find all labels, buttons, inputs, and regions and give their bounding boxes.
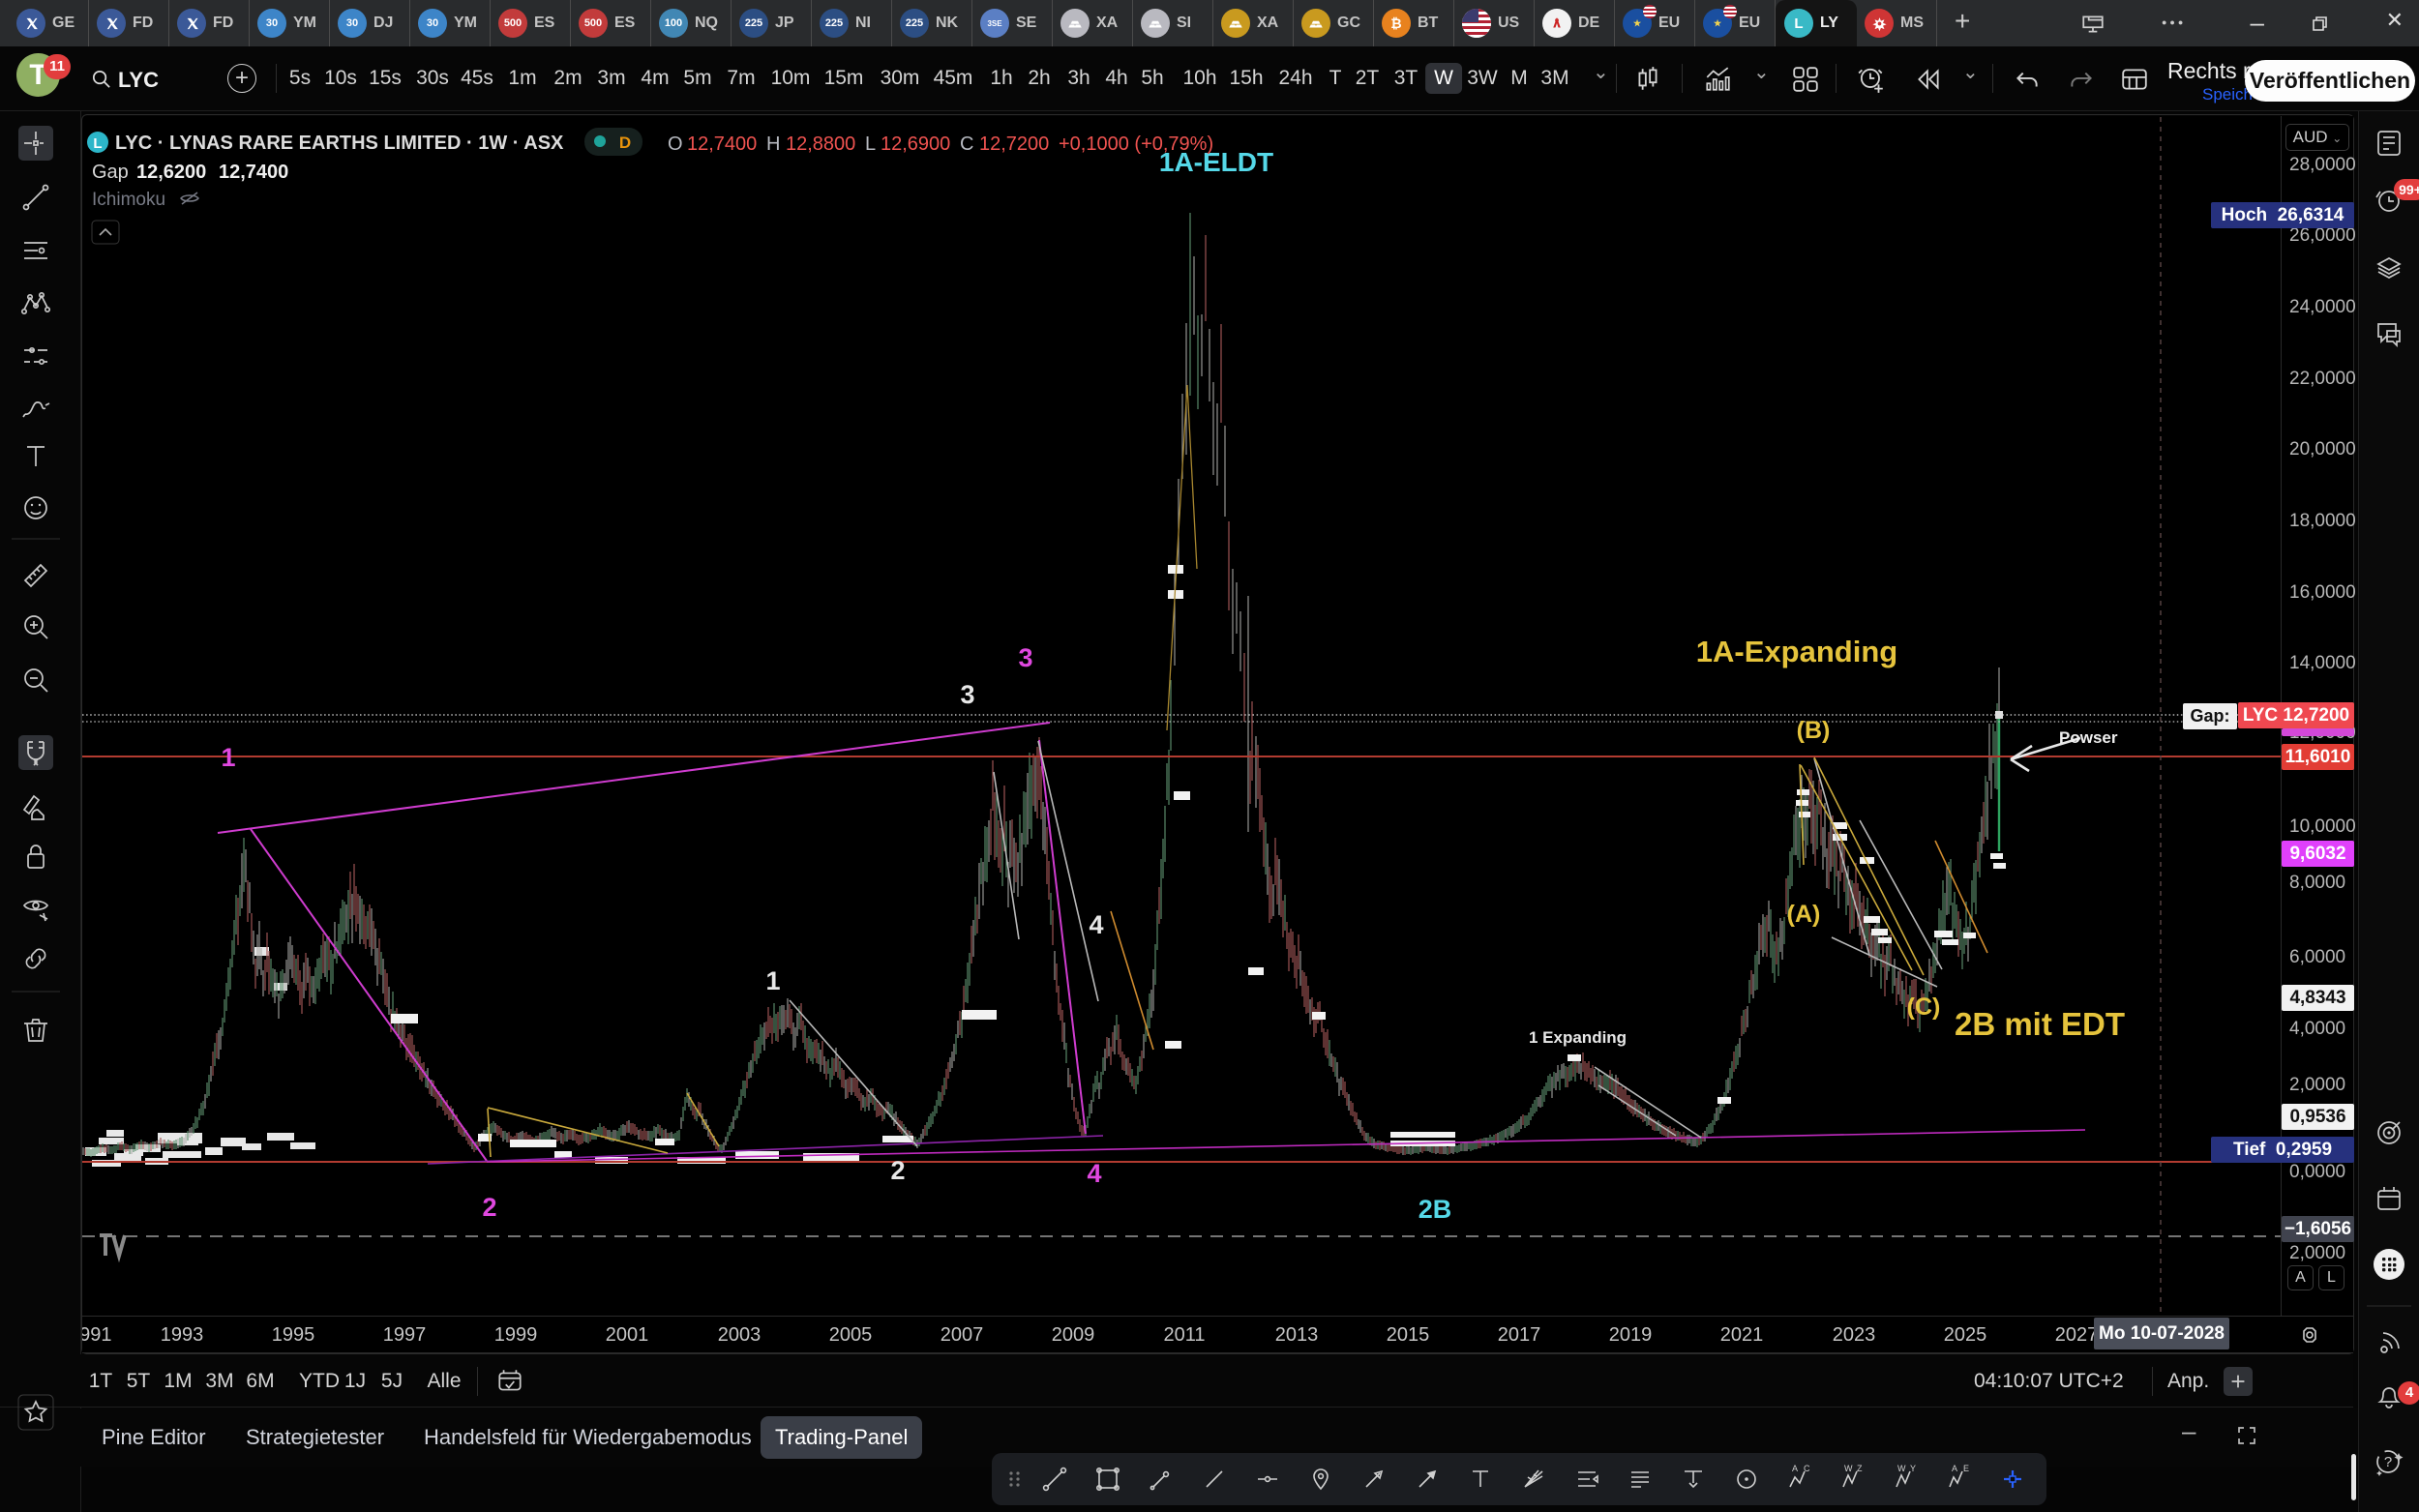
svg-text:12,7200: 12,7200 <box>979 133 1049 155</box>
svg-text:12,6900: 12,6900 <box>881 133 950 155</box>
svg-text:A: A <box>1952 1464 1957 1473</box>
svg-text:Ichimoku: Ichimoku <box>92 190 165 210</box>
svg-text:1: 1 <box>765 966 780 995</box>
svg-text:Gap: Gap <box>92 162 129 183</box>
svg-text:12,8800: 12,8800 <box>786 133 855 155</box>
svg-text:L: L <box>93 135 102 152</box>
svg-text:Gap:: Gap: <box>2190 706 2229 726</box>
svg-text:2: 2 <box>890 1156 905 1185</box>
svg-text:Y: Y <box>1910 1464 1916 1473</box>
svg-text:2B mit EDT: 2B mit EDT <box>1955 1006 2125 1042</box>
svg-text:3: 3 <box>1018 643 1032 672</box>
svg-text:4: 4 <box>1089 910 1103 939</box>
svg-text:1A-Expanding: 1A-Expanding <box>1696 635 1897 668</box>
svg-text:A: A <box>1792 1464 1798 1473</box>
svg-text:(B): (B) <box>1797 717 1831 744</box>
svg-text:1: 1 <box>221 743 235 772</box>
svg-text:O: O <box>668 133 683 155</box>
svg-text:C: C <box>960 133 973 155</box>
svg-text:1 Expanding: 1 Expanding <box>1529 1028 1627 1047</box>
svg-text:E: E <box>1963 1464 1969 1473</box>
svg-text:(A): (A) <box>1787 901 1821 928</box>
svg-text:LYC · LYNAS RARE EARTHS LIMITE: LYC · LYNAS RARE EARTHS LIMITED · 1W · A… <box>115 133 564 154</box>
svg-text:12,7400: 12,7400 <box>687 133 757 155</box>
svg-text:12,6200: 12,6200 <box>136 162 206 183</box>
svg-text:?: ? <box>2384 1454 2392 1470</box>
svg-text:C: C <box>1804 1464 1810 1473</box>
svg-text:2B: 2B <box>1419 1195 1452 1224</box>
svg-text:H: H <box>766 133 780 155</box>
svg-text:12,7400: 12,7400 <box>219 162 288 183</box>
svg-text:+0,1000 (+0,79%): +0,1000 (+0,79%) <box>1059 133 1213 155</box>
svg-text:(C): (C) <box>1907 993 1941 1021</box>
svg-text:W: W <box>1897 1464 1906 1473</box>
svg-text:Z: Z <box>1857 1464 1863 1473</box>
svg-text:3: 3 <box>960 680 974 709</box>
svg-text:4: 4 <box>1087 1159 1101 1188</box>
svg-text:L: L <box>865 133 876 155</box>
svg-text:D: D <box>619 133 631 152</box>
svg-text:2: 2 <box>482 1193 496 1222</box>
svg-text:Powser: Powser <box>2059 728 2118 747</box>
svg-text:W: W <box>1844 1464 1853 1473</box>
